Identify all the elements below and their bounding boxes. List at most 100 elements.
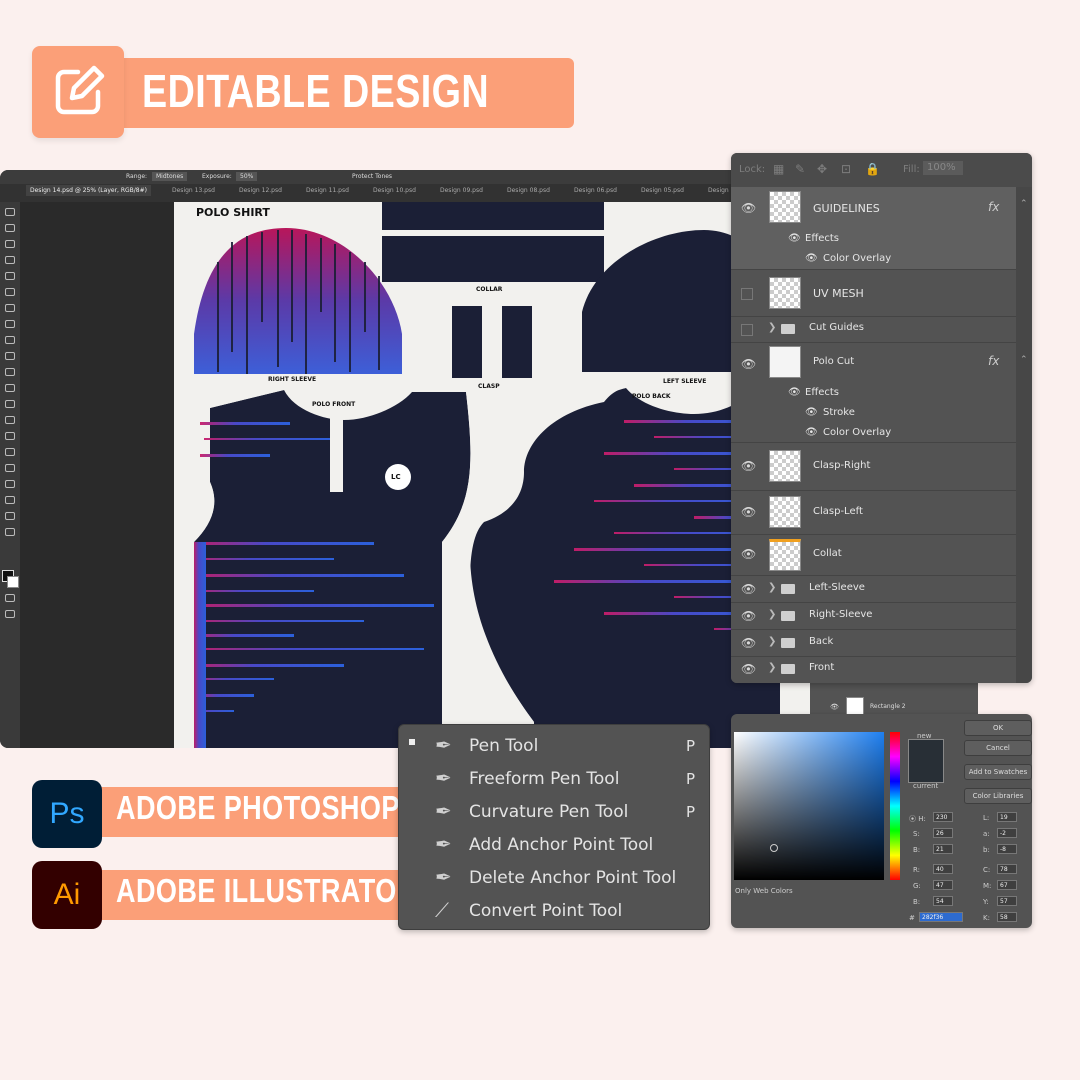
tab-design-08[interactable]: Design 08.psd bbox=[507, 187, 550, 194]
hue-slider[interactable] bbox=[890, 732, 900, 880]
lasso-tool-icon[interactable] bbox=[5, 240, 15, 248]
visibility-eye-icon[interactable]: 👁 bbox=[741, 547, 756, 561]
move-tool-icon[interactable] bbox=[5, 208, 15, 216]
stamp-tool-icon[interactable] bbox=[5, 352, 15, 360]
chevron-up-icon[interactable]: ⌃ bbox=[1020, 355, 1028, 365]
group-right-sleeve[interactable]: 👁 ❯ Right-Sleeve bbox=[731, 603, 1016, 630]
r-label[interactable]: R: bbox=[913, 866, 920, 874]
group-cut-guides[interactable]: ❯ Cut Guides bbox=[731, 317, 1016, 343]
tab-design-13[interactable]: Design 13.psd bbox=[172, 187, 215, 194]
visibility-off-box[interactable] bbox=[741, 288, 753, 300]
tab-design-14[interactable]: Design 14.psd @ 25% (Layer, RGB/8#) bbox=[26, 185, 151, 196]
hex-input[interactable]: 282f36 bbox=[919, 912, 963, 922]
layer-polo-cut[interactable]: 👁 Polo Cut fx 👁 Effects 👁 Stroke 👁 Color… bbox=[731, 343, 1016, 443]
bb-label[interactable]: b: bbox=[983, 846, 990, 854]
chevron-right-icon[interactable]: ❯ bbox=[768, 662, 776, 673]
h-input[interactable]: 230 bbox=[933, 812, 953, 822]
m-input[interactable]: 67 bbox=[997, 880, 1017, 890]
cancel-button[interactable]: Cancel bbox=[964, 740, 1032, 756]
menu-item-add-anchor-point-tool[interactable]: ✒ Add Anchor Point Tool bbox=[399, 830, 709, 862]
group-front[interactable]: 👁 ❯ Front bbox=[731, 657, 1016, 683]
menu-item-pen-tool[interactable]: ✒ Pen Tool P bbox=[399, 731, 709, 763]
hand-tool-icon[interactable] bbox=[5, 512, 15, 520]
color-overlay-effect[interactable]: Color Overlay bbox=[823, 253, 891, 264]
group-back[interactable]: 👁 ❯ Back bbox=[731, 630, 1016, 657]
zoom-tool-icon[interactable] bbox=[5, 528, 15, 536]
chevron-up-icon[interactable]: ⌃ bbox=[1020, 199, 1028, 209]
bb-input[interactable]: -8 bbox=[997, 844, 1017, 854]
visibility-eye-icon[interactable]: 👁 bbox=[741, 459, 756, 473]
screen-mode-icon[interactable] bbox=[5, 610, 15, 618]
blur-tool-icon[interactable] bbox=[5, 416, 15, 424]
history-brush-tool-icon[interactable] bbox=[5, 368, 15, 376]
menu-item-curvature-pen-tool[interactable]: ✒ Curvature Pen Tool P bbox=[399, 797, 709, 829]
frame-tool-icon[interactable] bbox=[5, 288, 15, 296]
visibility-eye-icon[interactable]: 👁 bbox=[741, 636, 756, 650]
l-input[interactable]: 19 bbox=[997, 812, 1017, 822]
background-color-swatch[interactable] bbox=[7, 576, 19, 588]
g-input[interactable]: 47 bbox=[933, 880, 953, 890]
eyedropper-tool-icon[interactable] bbox=[5, 304, 15, 312]
group-left-sleeve[interactable]: 👁 ❯ Left-Sleeve bbox=[731, 576, 1016, 603]
marquee-tool-icon[interactable] bbox=[5, 224, 15, 232]
canvas[interactable]: POLO SHIRT COLLAR CLASP RIGHT SLEEVE LEF… bbox=[174, 202, 780, 748]
b2-input[interactable]: 54 bbox=[933, 896, 953, 906]
visibility-eye-icon[interactable]: 👁 bbox=[741, 505, 756, 519]
menu-item-freeform-pen-tool[interactable]: ✒ Freeform Pen Tool P bbox=[399, 764, 709, 796]
m-label[interactable]: M: bbox=[983, 882, 991, 890]
s-input[interactable]: 26 bbox=[933, 828, 953, 838]
tab-design-09[interactable]: Design 09.psd bbox=[440, 187, 483, 194]
color-field[interactable] bbox=[734, 732, 884, 880]
g-label[interactable]: G: bbox=[913, 882, 921, 890]
stroke-effect[interactable]: Stroke bbox=[823, 407, 855, 418]
y-input[interactable]: 57 bbox=[997, 896, 1017, 906]
y-label[interactable]: Y: bbox=[983, 898, 989, 906]
b-label[interactable]: B: bbox=[913, 846, 920, 854]
l-label[interactable]: L: bbox=[983, 814, 989, 822]
layers-scrollbar[interactable]: ⌃ ⌃ bbox=[1016, 187, 1032, 683]
a-input[interactable]: -2 bbox=[997, 828, 1017, 838]
menu-item-delete-anchor-point-tool[interactable]: ✒ Delete Anchor Point Tool bbox=[399, 863, 709, 895]
layer-clasp-right[interactable]: 👁 Clasp-Right bbox=[731, 443, 1016, 491]
lock-artboard-icon[interactable]: ⊡ bbox=[841, 162, 851, 176]
dodge-tool-icon[interactable] bbox=[5, 432, 15, 440]
add-to-swatches-button[interactable]: Add to Swatches bbox=[964, 764, 1032, 780]
path-select-tool-icon[interactable] bbox=[5, 480, 15, 488]
visibility-eye-icon[interactable]: 👁 bbox=[741, 582, 756, 596]
eye-icon[interactable]: 👁 bbox=[805, 407, 818, 418]
s-label[interactable]: S: bbox=[913, 830, 920, 838]
lock-paint-icon[interactable]: ✎ bbox=[795, 162, 805, 176]
c-input[interactable]: 78 bbox=[997, 864, 1017, 874]
fill-input[interactable]: 100% bbox=[923, 161, 963, 175]
lock-transparent-icon[interactable]: ▦ bbox=[773, 162, 784, 176]
menu-item-convert-point-tool[interactable]: ⟋ Convert Point Tool bbox=[399, 896, 709, 928]
layer-collar[interactable]: 👁 Collat bbox=[731, 535, 1016, 576]
range-select[interactable]: Midtones bbox=[152, 172, 188, 181]
exposure-input[interactable]: 50% bbox=[236, 172, 258, 181]
type-tool-icon[interactable] bbox=[5, 464, 15, 472]
h-radio[interactable]: ⦿ H: bbox=[909, 814, 926, 824]
chevron-right-icon[interactable]: ❯ bbox=[768, 636, 776, 647]
crop-tool-icon[interactable] bbox=[5, 272, 15, 280]
lock-all-icon[interactable]: 🔒 bbox=[865, 162, 880, 176]
visibility-eye-icon[interactable]: 👁 bbox=[741, 357, 756, 371]
shape-tool-icon[interactable] bbox=[5, 496, 15, 504]
k-input[interactable]: 58 bbox=[997, 912, 1017, 922]
visibility-eye-icon[interactable]: 👁 bbox=[741, 201, 756, 215]
layer-uv-mesh[interactable]: UV MESH bbox=[731, 270, 1016, 317]
visibility-off-box[interactable] bbox=[741, 324, 753, 336]
chevron-right-icon[interactable]: ❯ bbox=[768, 582, 776, 593]
layer-guidelines[interactable]: 👁 GUIDELINES fx 👁 Effects 👁 Color Overla… bbox=[731, 187, 1016, 270]
protect-tones-checkbox[interactable]: Protect Tones bbox=[352, 173, 392, 180]
fx-icon[interactable]: fx bbox=[988, 200, 999, 214]
tab-design-11[interactable]: Design 11.psd bbox=[306, 187, 349, 194]
eye-icon[interactable]: 👁 bbox=[805, 253, 818, 264]
visibility-eye-icon[interactable]: 👁 bbox=[741, 609, 756, 623]
fx-icon[interactable]: fx bbox=[988, 354, 999, 368]
tab-design[interactable]: Design bbox=[708, 187, 729, 194]
eraser-tool-icon[interactable] bbox=[5, 384, 15, 392]
b2-label[interactable]: B: bbox=[913, 898, 920, 906]
color-field-marker[interactable] bbox=[770, 844, 778, 852]
b-input[interactable]: 21 bbox=[933, 844, 953, 854]
lock-position-icon[interactable]: ✥ bbox=[817, 162, 827, 176]
